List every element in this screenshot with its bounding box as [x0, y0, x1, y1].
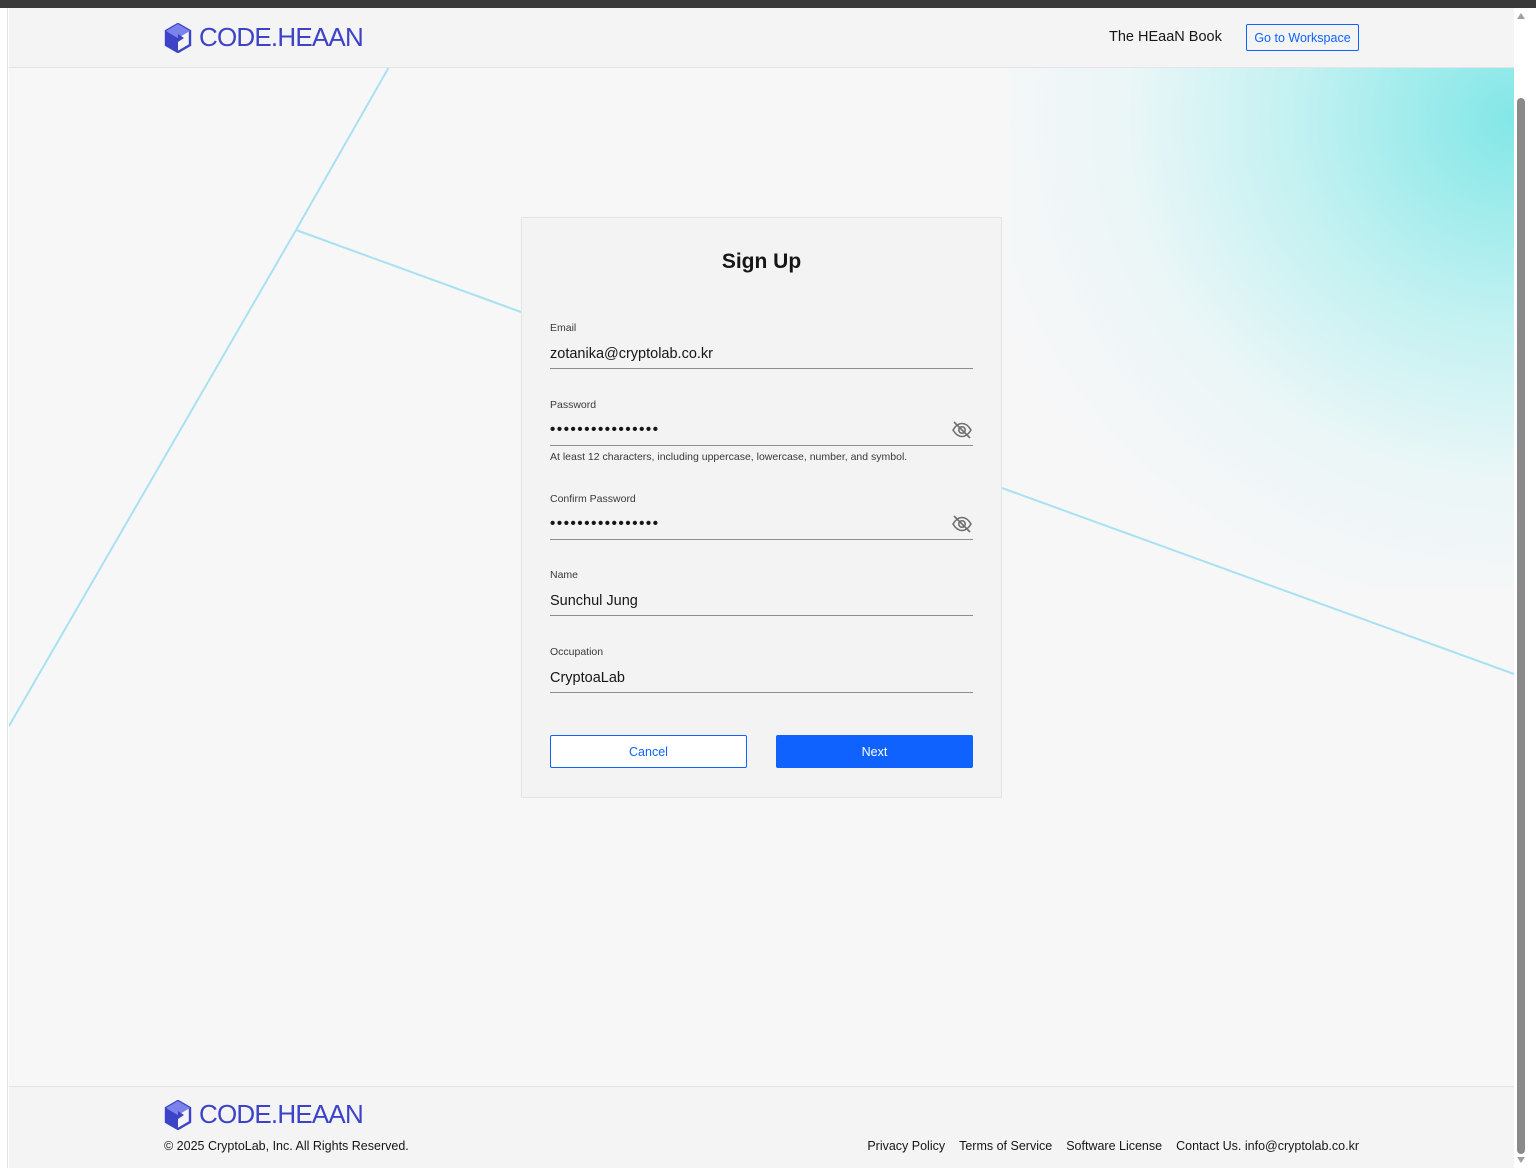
contact-us-link[interactable]: Contact Us. info@cryptolab.co.kr: [1176, 1139, 1359, 1153]
email-input[interactable]: zotanika@cryptolab.co.kr: [550, 344, 973, 369]
go-to-workspace-button[interactable]: Go to Workspace: [1246, 24, 1359, 51]
occupation-field[interactable]: Occupation CryptoaLab: [550, 646, 973, 693]
cancel-button[interactable]: Cancel: [550, 735, 747, 768]
confirm-password-label: Confirm Password: [550, 493, 636, 505]
email-field[interactable]: Email zotanika@cryptolab.co.kr: [550, 322, 973, 369]
logo-text: CODE.HEAAN: [199, 22, 364, 52]
name-field[interactable]: Name Sunchul Jung: [550, 569, 973, 616]
scroll-down-arrow-icon[interactable]: [1517, 1157, 1525, 1163]
email-label: Email: [550, 322, 577, 334]
confirm-password-input[interactable]: ••••••••••••••••: [550, 515, 973, 540]
confirm-password-field[interactable]: Confirm Password ••••••••••••••••: [550, 493, 973, 540]
signup-title: Sign Up: [721, 250, 802, 273]
next-button[interactable]: Next: [776, 735, 973, 768]
occupation-label: Occupation: [550, 646, 604, 658]
browser-top-bar: [0, 0, 1536, 8]
site-footer: CODE.HEAAN © 2025 CryptoLab, Inc. All Ri…: [9, 1086, 1514, 1168]
nav-heaan-book-link[interactable]: The HEaaN Book: [1109, 29, 1222, 45]
footer-links: Privacy Policy Terms of Service Software…: [867, 1139, 1359, 1153]
copyright-text: © 2025 CryptoLab, Inc. All Rights Reserv…: [164, 1139, 409, 1153]
password-input[interactable]: ••••••••••••••••: [550, 421, 973, 446]
window-bottom-edge: [0, 1168, 1514, 1176]
vertical-scrollbar[interactable]: [1514, 8, 1528, 1168]
password-field[interactable]: Password •••••••••••••••• At least 12 ch…: [550, 399, 973, 463]
password-helper-text: At least 12 characters, including upperc…: [550, 451, 908, 463]
occupation-input[interactable]: CryptoaLab: [550, 668, 973, 693]
footer-logo[interactable]: CODE.HEAAN: [164, 1099, 364, 1130]
scroll-up-arrow-icon[interactable]: [1517, 13, 1525, 19]
eye-slash-icon[interactable]: [951, 514, 973, 534]
name-input[interactable]: Sunchul Jung: [550, 591, 973, 616]
site-header: CODE.HEAAN The HEaaN Book Go to Workspac…: [9, 8, 1514, 68]
header-logo[interactable]: CODE.HEAAN: [164, 22, 364, 53]
password-label: Password: [550, 399, 597, 411]
page: CODE.HEAAN The HEaaN Book Go to Workspac…: [9, 8, 1514, 1168]
password-value: ••••••••••••••••: [550, 421, 660, 438]
eye-slash-icon[interactable]: [951, 420, 973, 440]
hexagon-logo-icon: [164, 22, 192, 53]
confirm-password-value: ••••••••••••••••: [550, 515, 660, 532]
logo-text: CODE.HEAAN: [199, 1099, 364, 1129]
software-license-link[interactable]: Software License: [1066, 1139, 1162, 1153]
hexagon-logo-icon: [164, 1099, 192, 1130]
window-right-edge: [1528, 8, 1536, 1176]
signup-card: Sign Up Email zotanika@cryptolab.co.kr P…: [521, 217, 1002, 798]
privacy-policy-link[interactable]: Privacy Policy: [867, 1139, 945, 1153]
scrollbar-thumb[interactable]: [1517, 98, 1525, 1154]
name-label: Name: [550, 569, 579, 581]
terms-of-service-link[interactable]: Terms of Service: [959, 1139, 1052, 1153]
window-left-edge: [0, 8, 8, 1176]
